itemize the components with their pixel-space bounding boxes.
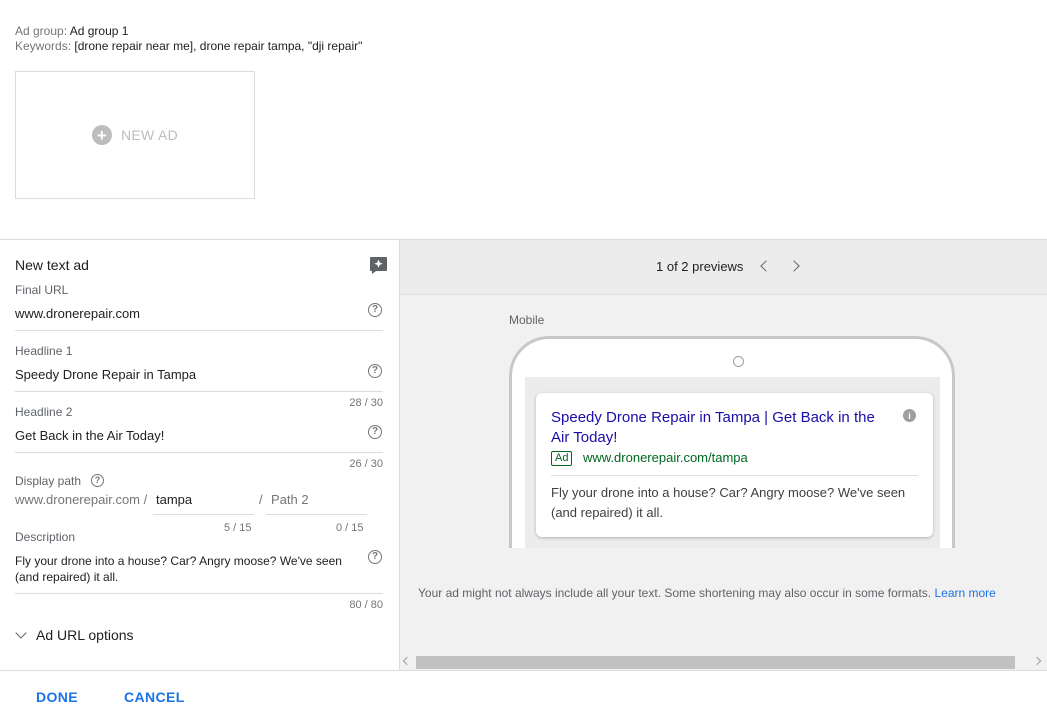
field-underline: [15, 391, 383, 392]
scroll-left-icon[interactable]: [402, 656, 412, 666]
preview-note: Your ad might not always include all you…: [418, 586, 996, 600]
plus-circle-icon: +: [91, 125, 112, 145]
preview-pager-text: 1 of 2 previews: [656, 259, 744, 274]
cancel-button[interactable]: CANCEL: [124, 689, 185, 705]
help-icon[interactable]: ?: [368, 425, 382, 439]
editor-title: New text ad: [15, 257, 89, 273]
headline2-counter: 26 / 30: [349, 458, 383, 470]
path2-input[interactable]: Path 2: [271, 492, 309, 507]
chevron-right-icon[interactable]: [788, 260, 800, 272]
field-underline: [15, 593, 383, 594]
ad-preview-url: www.dronerepair.com/tampa: [583, 450, 748, 465]
ad-group-value: Ad group 1: [69, 24, 129, 38]
help-icon[interactable]: ?: [368, 550, 382, 564]
headline1-label: Headline 1: [15, 344, 73, 358]
new-ad-button[interactable]: + NEW AD: [15, 71, 255, 199]
phone-screen: Speedy Drone Repair in Tampa | Get Back …: [525, 377, 940, 548]
done-button[interactable]: DONE: [36, 689, 78, 705]
phone-camera-icon: [733, 356, 744, 367]
ad-url-options-label: Ad URL options: [36, 627, 134, 643]
phone-frame: Speedy Drone Repair in Tampa | Get Back …: [509, 336, 955, 548]
path-separator: /: [259, 492, 263, 507]
ad-badge: Ad: [551, 451, 573, 466]
ad-preview-card: Speedy Drone Repair in Tampa | Get Back …: [536, 393, 933, 537]
headline1-counter: 28 / 30: [349, 397, 383, 409]
ad-url-options-toggle[interactable]: Ad URL options: [15, 627, 134, 643]
headline2-input[interactable]: Get Back in the Air Today!: [15, 428, 164, 443]
text-ad-editor: New text ad Final URL www.dronerepair.co…: [0, 240, 399, 670]
help-icon[interactable]: ?: [368, 303, 382, 317]
field-underline: [15, 452, 383, 453]
info-icon[interactable]: i: [903, 409, 916, 422]
ad-group-line: Ad group: Ad group 1: [15, 24, 362, 39]
ad-group-info: Ad group: Ad group 1 Keywords: [drone re…: [15, 24, 362, 54]
ad-preview-headline[interactable]: Speedy Drone Repair in Tampa | Get Back …: [551, 408, 896, 448]
ad-preview-panel: 1 of 2 previews Mobile Speedy Drone Repa…: [400, 240, 1047, 671]
display-path-label: Display path: [15, 474, 82, 488]
path1-input[interactable]: tampa: [156, 492, 192, 507]
help-icon[interactable]: ?: [91, 474, 104, 487]
path2-counter: 0 / 15: [336, 522, 364, 534]
headline2-label: Headline 2: [15, 405, 73, 419]
field-underline: [15, 330, 383, 331]
description-label: Description: [15, 530, 76, 544]
new-ad-label: NEW AD: [120, 127, 179, 143]
help-icon[interactable]: ?: [368, 364, 382, 378]
final-url-input[interactable]: www.dronerepair.com: [15, 306, 140, 321]
learn-more-link[interactable]: Learn more: [934, 586, 995, 600]
device-label: Mobile: [509, 313, 545, 327]
description-input[interactable]: Fly your drone into a house? Car? Angry …: [15, 553, 365, 585]
ad-group-label: Ad group:: [15, 24, 68, 38]
keywords-line: Keywords: [drone repair near me], drone …: [15, 39, 362, 54]
scroll-right-icon[interactable]: [1032, 656, 1042, 666]
headline1-input[interactable]: Speedy Drone Repair in Tampa: [15, 367, 196, 382]
keywords-label: Keywords:: [15, 39, 72, 53]
field-underline: [266, 514, 367, 515]
preview-header: 1 of 2 previews: [400, 240, 1047, 295]
preview-note-text: Your ad might not always include all you…: [418, 586, 932, 600]
path1-counter: 5 / 15: [224, 522, 252, 534]
final-url-label: Final URL: [15, 283, 69, 297]
field-underline: [153, 514, 254, 515]
scrollbar-thumb[interactable]: [416, 656, 1015, 669]
horizontal-scrollbar[interactable]: [400, 654, 1047, 670]
description-counter: 80 / 80: [349, 599, 383, 611]
keywords-value: [drone repair near me], drone repair tam…: [74, 39, 363, 53]
ad-preview-description: Fly your drone into a house? Car? Angry …: [551, 485, 906, 520]
footer-divider: [0, 670, 1047, 671]
chevron-left-icon[interactable]: [760, 260, 772, 272]
ad-separator: [551, 475, 918, 476]
display-path-prefix: www.dronerepair.com /: [15, 492, 148, 507]
chevron-down-icon: [15, 627, 27, 639]
ad-ideas-icon[interactable]: [369, 256, 388, 275]
